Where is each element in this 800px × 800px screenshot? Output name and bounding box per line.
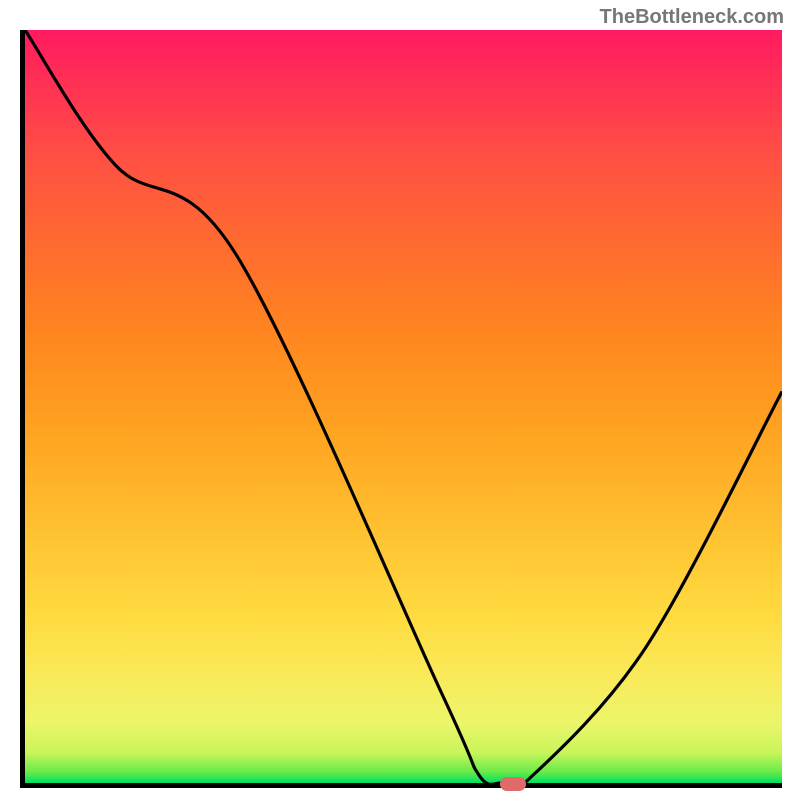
optimum-marker	[500, 777, 526, 791]
watermark-text: TheBottleneck.com	[600, 6, 784, 29]
gradient-background	[25, 30, 782, 783]
plot-frame	[20, 30, 782, 788]
